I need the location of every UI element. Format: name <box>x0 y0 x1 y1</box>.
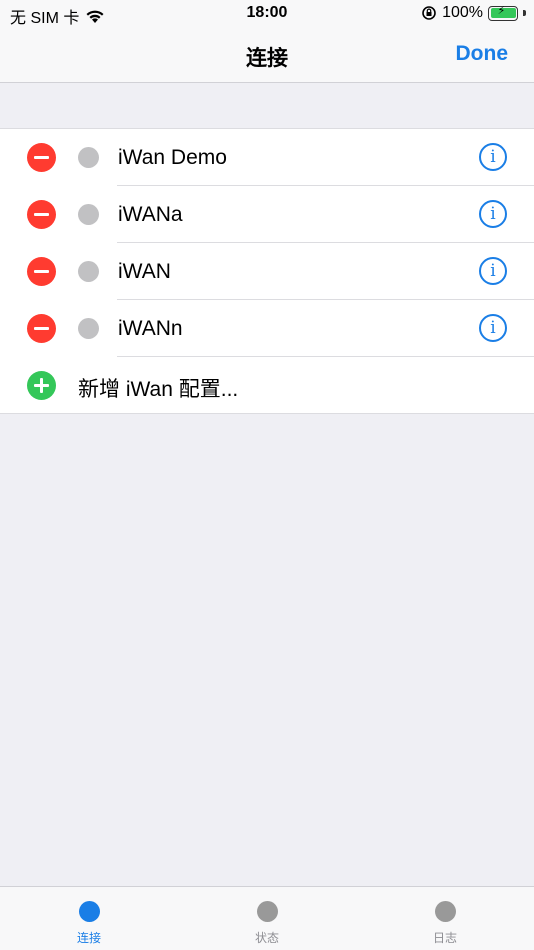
list-item[interactable]: iWANn i <box>0 300 534 357</box>
status-dot-icon <box>78 204 99 225</box>
delete-icon[interactable] <box>27 257 56 286</box>
tab-status[interactable]: 状态 <box>178 887 356 950</box>
status-dot-icon <box>78 261 99 282</box>
connection-name: iWANn <box>118 317 183 340</box>
tab-connections[interactable]: 连接 <box>0 887 178 950</box>
orientation-lock-icon <box>422 6 436 20</box>
battery-cap <box>523 10 526 16</box>
battery-percent: 100% <box>442 4 483 21</box>
delete-icon[interactable] <box>27 314 56 343</box>
list-item[interactable]: iWAN i <box>0 243 534 300</box>
info-icon[interactable]: i <box>479 314 507 342</box>
tab-label: 日志 <box>432 931 457 945</box>
status-dot-icon <box>78 147 99 168</box>
status-tab-icon <box>256 901 278 922</box>
connections-tab-icon <box>78 901 100 922</box>
page-title: 连接 <box>246 47 288 70</box>
connection-list: iWan Demo i iWANa i iWAN i iWANn i 新增 iW… <box>0 128 534 414</box>
delete-icon[interactable] <box>27 143 56 172</box>
info-icon[interactable]: i <box>479 257 507 285</box>
list-item[interactable]: iWANa i <box>0 186 534 243</box>
connection-name: iWan Demo <box>118 146 227 169</box>
tab-bar: 连接 状态 日志 <box>0 886 534 950</box>
connection-name: iWAN <box>118 260 171 283</box>
status-right: 100% <box>421 4 526 22</box>
add-icon[interactable] <box>27 371 56 400</box>
info-icon[interactable]: i <box>479 143 507 171</box>
status-bar: 无 SIM 卡 18:00 100% <box>0 0 534 28</box>
delete-icon[interactable] <box>27 200 56 229</box>
add-config-button[interactable]: 新增 iWan 配置... <box>0 357 534 413</box>
info-icon[interactable]: i <box>479 200 507 228</box>
logs-tab-icon <box>434 901 456 922</box>
nav-bar: 连接 Done <box>0 28 534 83</box>
battery-icon <box>488 4 518 21</box>
tab-label: 状态 <box>254 931 279 945</box>
add-config-label: 新增 iWan 配置... <box>78 378 239 401</box>
status-dot-icon <box>78 318 99 339</box>
connection-name: iWANa <box>118 203 183 226</box>
list-item[interactable]: iWan Demo i <box>0 129 534 186</box>
done-button[interactable]: Done <box>456 42 509 66</box>
tab-label: 连接 <box>76 931 101 945</box>
tab-logs[interactable]: 日志 <box>356 887 534 950</box>
